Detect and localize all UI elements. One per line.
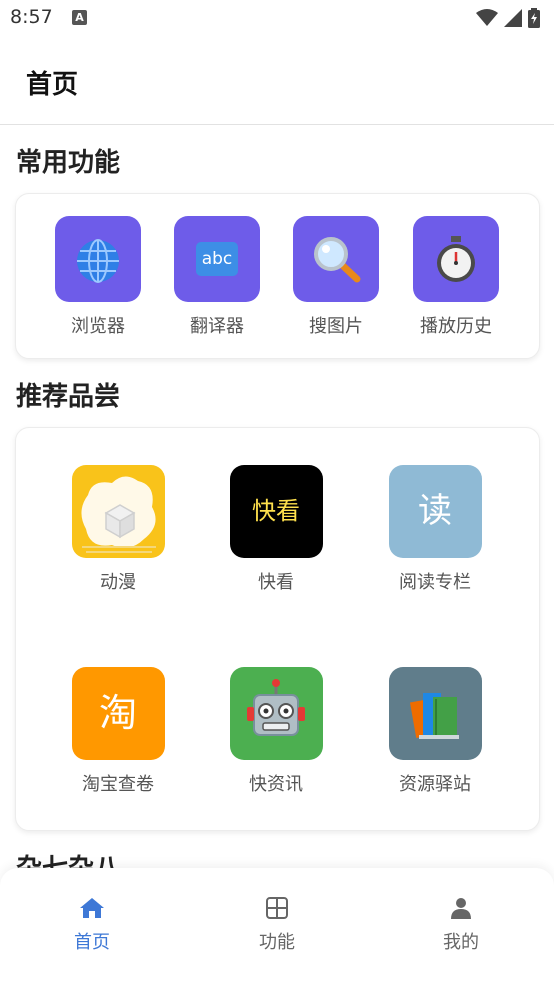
notification-icon: A: [72, 10, 87, 25]
common-functions-card: 浏览器 abc 翻译器 搜图片 播放历史: [15, 193, 540, 359]
status-bar: 8:57 A: [0, 0, 554, 36]
section-title-recommend: 推荐品尝: [16, 382, 121, 412]
rec-label: 资源驿站: [399, 774, 471, 795]
func-label: 浏览器: [71, 316, 125, 337]
func-label: 翻译器: [190, 316, 244, 337]
person-icon: [451, 898, 471, 919]
page-title: 首页: [26, 70, 79, 100]
section-title-common: 常用功能: [16, 148, 121, 178]
func-item-image-search[interactable]: 搜图片: [286, 216, 386, 338]
nav-functions[interactable]: 功能: [217, 896, 337, 954]
func-item-translator[interactable]: abc 翻译器: [167, 216, 267, 338]
recommend-card: 动漫 快看 快看 读 阅读专栏 淘 淘宝查卷 快资讯 资源驿站: [15, 427, 540, 831]
read-icon: 读: [388, 465, 482, 558]
magnifier-icon: [293, 216, 379, 302]
home-icon: [80, 898, 104, 918]
status-right: [476, 8, 540, 28]
robot-icon: [229, 667, 323, 760]
abc-badge: abc: [196, 242, 238, 276]
func-label: 搜图片: [309, 316, 363, 337]
abc-icon: abc: [174, 216, 260, 302]
rec-item-reading[interactable]: 读 阅读专栏: [375, 465, 495, 594]
globe-icon: [55, 216, 141, 302]
nav-mine[interactable]: 我的: [401, 896, 521, 954]
bottom-nav: 首页 功能 我的: [0, 868, 554, 984]
books-icon: [388, 667, 482, 760]
stopwatch-icon: [413, 216, 499, 302]
battery-icon: [528, 8, 540, 28]
func-item-play-history[interactable]: 播放历史: [406, 216, 506, 338]
anime-icon: [71, 465, 165, 558]
taobao-icon: 淘: [71, 667, 165, 760]
nav-label: 我的: [443, 932, 479, 953]
status-time: 8:57: [10, 6, 53, 28]
rec-label: 动漫: [100, 572, 136, 593]
nav-label: 功能: [259, 932, 295, 953]
kuaikan-icon: 快看: [229, 465, 323, 558]
rec-label: 淘宝查卷: [82, 774, 154, 795]
nav-home[interactable]: 首页: [32, 896, 152, 954]
rec-item-quick-news[interactable]: 快资讯: [216, 667, 336, 796]
rec-item-kuaikan[interactable]: 快看 快看: [216, 465, 336, 594]
grid-icon: [266, 897, 288, 919]
func-item-browser[interactable]: 浏览器: [48, 216, 148, 338]
rec-item-taobao[interactable]: 淘 淘宝查卷: [58, 667, 178, 796]
rec-item-resources[interactable]: 资源驿站: [375, 667, 495, 796]
signal-icon: [504, 9, 522, 27]
rec-label: 快资讯: [249, 774, 303, 795]
rec-label: 阅读专栏: [399, 572, 471, 593]
rec-label: 快看: [258, 572, 294, 593]
app-bar: 首页: [0, 36, 554, 125]
wifi-icon: [476, 9, 498, 26]
rec-item-anime[interactable]: 动漫: [58, 465, 178, 594]
func-label: 播放历史: [420, 316, 492, 337]
nav-label: 首页: [74, 932, 110, 953]
